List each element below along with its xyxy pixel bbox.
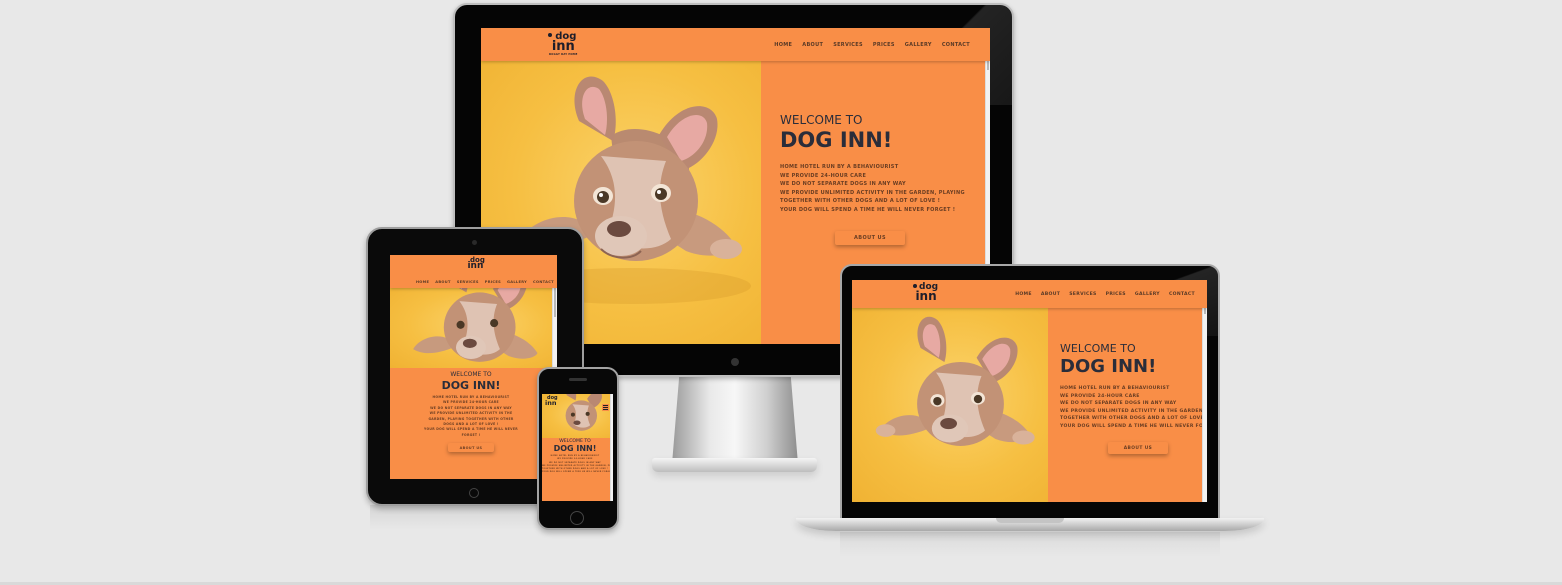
phone-hero-text: WELCOME TO DOG INN! HOME HOTEL RUN BY A …	[542, 439, 613, 475]
laptop-header: dog inn HOME ABOUT SERVICES PRICES GALLE…	[852, 280, 1207, 308]
desc-line: WE PROVIDE 24-HOUR CARE	[780, 172, 867, 179]
welcome-heading: WELCOME TO	[1060, 342, 1136, 355]
desc-line: WE PROVIDE UNLIMITED ACTIVITY IN THE GAR…	[1060, 408, 1207, 414]
nav-contact[interactable]: CONTACT	[942, 42, 970, 48]
about-us-button[interactable]: ABOUT US	[835, 231, 905, 245]
welcome-heading: WELCOME TO	[780, 113, 863, 127]
tablet-hero-text: WELCOME TO DOG INN! HOME HOTEL RUN BY A …	[390, 371, 552, 438]
about-us-button[interactable]: ABOUT US	[448, 443, 494, 452]
tablet-header: dog inn HOME ABOUT SERVICES PRICES GALLE…	[390, 255, 557, 288]
tablet-site: dog inn HOME ABOUT SERVICES PRICES GALLE…	[390, 255, 557, 479]
desc-line: YOUR DOG WILL SPEND A TIME HE WILL NEVER…	[1060, 423, 1207, 429]
desc-line: FORGET !	[461, 432, 481, 437]
tablet-description: HOME HOTEL RUN BY A BEHAVIOURIST WE PROV…	[390, 395, 552, 438]
french-bulldog-image	[875, 316, 1035, 446]
french-bulldog-image	[413, 288, 538, 362]
logo-word-inn: inn	[467, 261, 484, 271]
laptop-nav: HOME ABOUT SERVICES PRICES GALLERY CONTA…	[1015, 292, 1195, 297]
tablet-nav: HOME ABOUT SERVICES PRICES GALLERY CONTA…	[416, 280, 554, 284]
nav-services[interactable]: SERVICES	[1069, 292, 1096, 297]
phone-scrollbar[interactable]	[610, 394, 613, 501]
nav-contact[interactable]: CONTACT	[533, 280, 554, 284]
nav-home[interactable]: HOME	[416, 280, 429, 284]
laptop-reflection	[840, 532, 1220, 557]
phone-description: HOME HOTEL RUN BY A BEHAVIOURIST WE PROV…	[542, 455, 613, 475]
nav-prices[interactable]: PRICES	[873, 42, 895, 48]
phone-speaker	[569, 378, 587, 381]
nav-gallery[interactable]: GALLERY	[1135, 292, 1160, 297]
desktop-header: dog inn DOGGY DAY HOME HOME ABOUT SERVIC…	[481, 28, 990, 61]
desc-line: WE PROVIDE 24-HOUR CARE	[1060, 393, 1140, 399]
responsive-mockup-scene: dog inn DOGGY DAY HOME HOME ABOUT SERVIC…	[0, 0, 1562, 585]
nav-about[interactable]: ABOUT	[802, 42, 823, 48]
nav-gallery[interactable]: GALLERY	[507, 280, 527, 284]
tablet-camera	[472, 240, 477, 245]
laptop-hero-text: WELCOME TO DOG INN! HOME HOTEL RUN BY A …	[1060, 342, 1207, 431]
logo-word-inn: inn	[545, 399, 557, 407]
brand-heading: DOG INN!	[553, 444, 597, 453]
desc-line: HOME HOTEL RUN BY A BEHAVIOURIST	[780, 164, 899, 170]
tablet-logo[interactable]: dog inn	[466, 257, 484, 271]
monitor-chin-logo	[731, 358, 739, 366]
desc-line: WE DO NOT SEPARATE DOGS IN ANY WAY	[780, 181, 906, 188]
desktop-logo[interactable]: dog inn DOGGY DAY HOME	[548, 32, 578, 57]
welcome-heading: WELCOME TO	[450, 371, 492, 378]
laptop-logo[interactable]: dog inn	[913, 283, 938, 303]
monitor-stand	[672, 372, 798, 464]
desktop-hero-text: WELCOME TO DOG INN! HOME HOTEL RUN BY A …	[780, 113, 965, 215]
about-us-button[interactable]: ABOUT US	[1108, 442, 1168, 454]
laptop-trackpad-notch	[996, 518, 1064, 523]
laptop-site: dog inn HOME ABOUT SERVICES PRICES GALLE…	[852, 280, 1207, 502]
nav-services[interactable]: SERVICES	[457, 280, 479, 284]
desc-line: YOUR DOG WILL SPEND A TIME HE WILL NEVER…	[542, 471, 613, 474]
nav-home[interactable]: HOME	[774, 42, 792, 48]
nav-home[interactable]: HOME	[1015, 292, 1032, 297]
laptop-scrollbar[interactable]	[1202, 280, 1207, 502]
nav-about[interactable]: ABOUT	[1041, 292, 1060, 297]
desc-line: TOGETHER WITH OTHER DOGS AND A LOT OF LO…	[780, 198, 941, 205]
desktop-description: HOME HOTEL RUN BY A BEHAVIOURIST WE PROV…	[780, 163, 965, 215]
nav-services[interactable]: SERVICES	[833, 42, 863, 48]
nav-prices[interactable]: PRICES	[485, 280, 501, 284]
desc-line: TOGETHER WITH OTHER DOGS AND A LOT OF LO…	[1060, 416, 1207, 422]
desktop-nav: HOME ABOUT SERVICES PRICES GALLERY CONTA…	[774, 42, 970, 48]
paw-icon	[548, 33, 552, 37]
tablet-home-button[interactable]	[469, 488, 479, 498]
nav-prices[interactable]: PRICES	[1106, 292, 1126, 297]
desc-line: HOME HOTEL RUN BY A BEHAVIOURIST	[1060, 386, 1170, 391]
brand-heading: DOG INN!	[1060, 356, 1157, 377]
phone-home-button[interactable]	[570, 511, 584, 525]
logo-word-inn: inn	[551, 39, 575, 54]
laptop-hero-image	[852, 308, 1048, 502]
logo-word-inn: inn	[915, 289, 937, 303]
brand-heading: DOG INN!	[441, 379, 501, 392]
hamburger-menu-icon[interactable]	[602, 404, 609, 411]
nav-gallery[interactable]: GALLERY	[905, 42, 932, 48]
paw-icon	[913, 284, 917, 288]
nav-contact[interactable]: CONTACT	[1169, 292, 1195, 297]
phone-site: dog inn WELCOME TO DOG INN! HOME HOTEL R…	[542, 394, 613, 501]
nav-about[interactable]: ABOUT	[435, 280, 450, 284]
desc-line: YOUR DOG WILL SPEND A TIME HE WILL NEVER…	[780, 206, 956, 213]
laptop-description: HOME HOTEL RUN BY A BEHAVIOURIST WE PROV…	[1060, 385, 1207, 431]
tablet-hero-image	[390, 288, 552, 368]
desc-line: WE DO NOT SEPARATE DOGS IN ANY WAY	[1060, 401, 1177, 407]
monitor-base	[652, 458, 817, 472]
phone-logo[interactable]: dog inn	[544, 396, 558, 407]
desc-line: WE PROVIDE UNLIMITED ACTIVITY IN THE GAR…	[780, 189, 965, 196]
brand-heading: DOG INN!	[780, 128, 893, 152]
logo-tagline: DOGGY DAY HOME	[549, 53, 578, 56]
